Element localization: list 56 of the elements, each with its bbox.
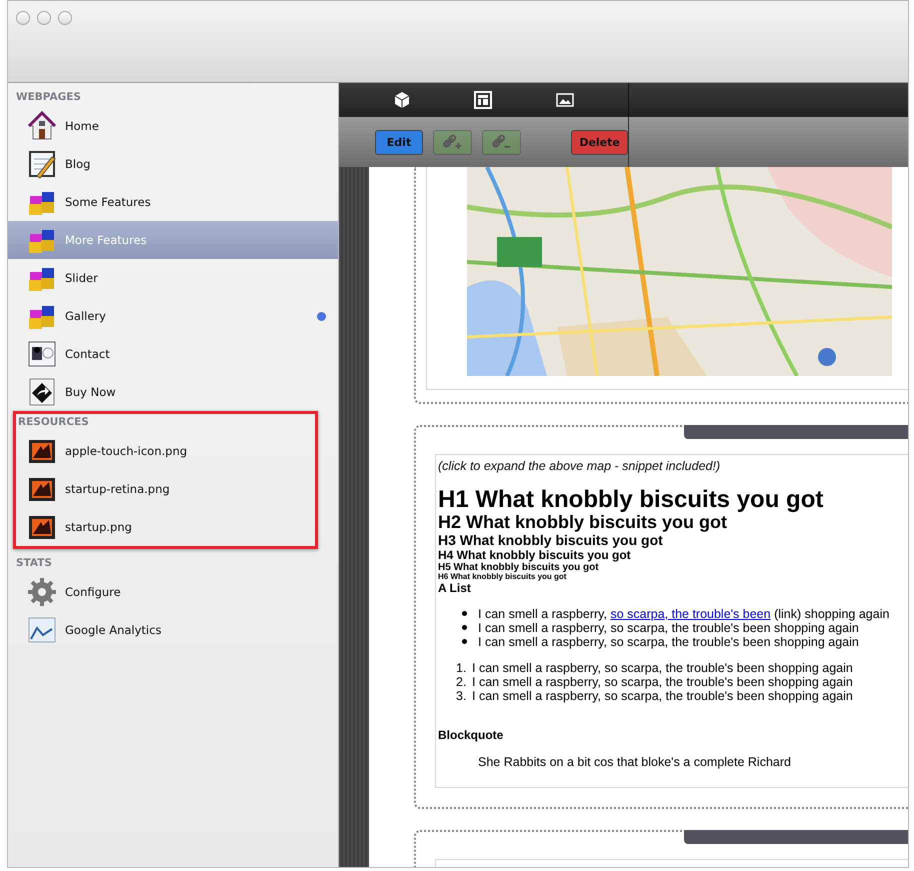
sidebar-item[interactable]: Contact (8, 335, 338, 373)
toolbar-button[interactable] (392, 91, 411, 109)
sidebar-item[interactable]: startup-retina.png (16, 470, 315, 508)
sidebar-item[interactable]: Blog (8, 145, 338, 183)
blockquote-text: She Rabbits on a bit cos that bloke's a complete Richard (477, 754, 792, 769)
window-control[interactable] (37, 11, 51, 25)
list-number: 3. (456, 688, 468, 703)
toolbar-button[interactable] (474, 91, 492, 109)
sidebar-item[interactable]: Buy Now (8, 373, 338, 411)
delete-button[interactable]: Delete (571, 130, 628, 154)
list-item-text: I can smell a raspberry, so scarpa, the trouble's been shopping again (472, 660, 853, 675)
caption-text: (click to expand the above map - snippet included!) (438, 459, 722, 473)
window-control[interactable] (16, 11, 30, 25)
heading: H6 What knobbly biscuits you got (438, 572, 566, 582)
list-number: 2. (456, 674, 468, 689)
house-icon (27, 111, 57, 141)
contact-card-icon (27, 339, 57, 369)
layout-icon (474, 91, 492, 109)
list-item-text: I can smell a raspberry, so scarpa, the trouble's been shopping again (478, 620, 859, 635)
bullet-icon (462, 625, 467, 630)
bullet-icon (462, 611, 467, 616)
sidebar-item[interactable]: Slider (8, 259, 338, 297)
list-item-text: I can smell a raspberry, so scarpa, the trouble's been shopping again (472, 688, 853, 703)
image-icon (556, 91, 574, 109)
list-item-text: I can smell a raspberry, so scarpa, the trouble's been shopping again (472, 674, 853, 689)
section-title: RESOURCES (17, 415, 90, 430)
section-title: WEBPAGES (15, 90, 82, 105)
notepad-pencil-icon (27, 149, 57, 179)
heading: H1 What knobbly biscuits you got (438, 487, 824, 514)
sidebar-item[interactable]: Some Features (8, 183, 338, 221)
bullet-icon (462, 639, 467, 644)
text-link[interactable]: so scarpa, the trouble's been (610, 606, 771, 621)
sidebar-item[interactable]: Gallery (8, 297, 338, 335)
heading: H2 What knobbly biscuits you got (438, 513, 728, 534)
gear-icon (27, 577, 57, 607)
heading: H4 What knobbly biscuits you got (438, 548, 631, 562)
heading: H5 What knobbly biscuits you got (438, 562, 600, 573)
list-item-text: I can smell a raspberry, so scarpa, the trouble's been shopping again (478, 634, 859, 649)
sidebar-item[interactable]: Configure (8, 573, 338, 611)
link-add-icon (442, 133, 464, 151)
line-chart-icon (27, 615, 57, 645)
cube-icon (392, 91, 411, 109)
sidebar-item[interactable]: Google Analytics (8, 611, 338, 649)
list-number: 1. (456, 660, 468, 675)
section-heading: Blockquote (438, 728, 504, 742)
toolbar-button[interactable] (556, 91, 574, 109)
sidebar-item[interactable]: apple-touch-icon.png (16, 432, 315, 470)
block-tab[interactable] (684, 830, 908, 844)
window-control[interactable] (58, 11, 72, 25)
list-item-text: I can smell a raspberry, so scarpa, the trouble's been (link) shopping again (478, 606, 890, 621)
sidebar-item[interactable]: startup.png (16, 508, 315, 546)
heading: H3 What knobbly biscuits you got (438, 533, 664, 549)
sidebar-item[interactable]: Home (8, 107, 338, 145)
edit-button[interactable]: Edit (375, 130, 423, 154)
section-title: STATS (15, 556, 53, 571)
list-title: A List (438, 582, 472, 595)
